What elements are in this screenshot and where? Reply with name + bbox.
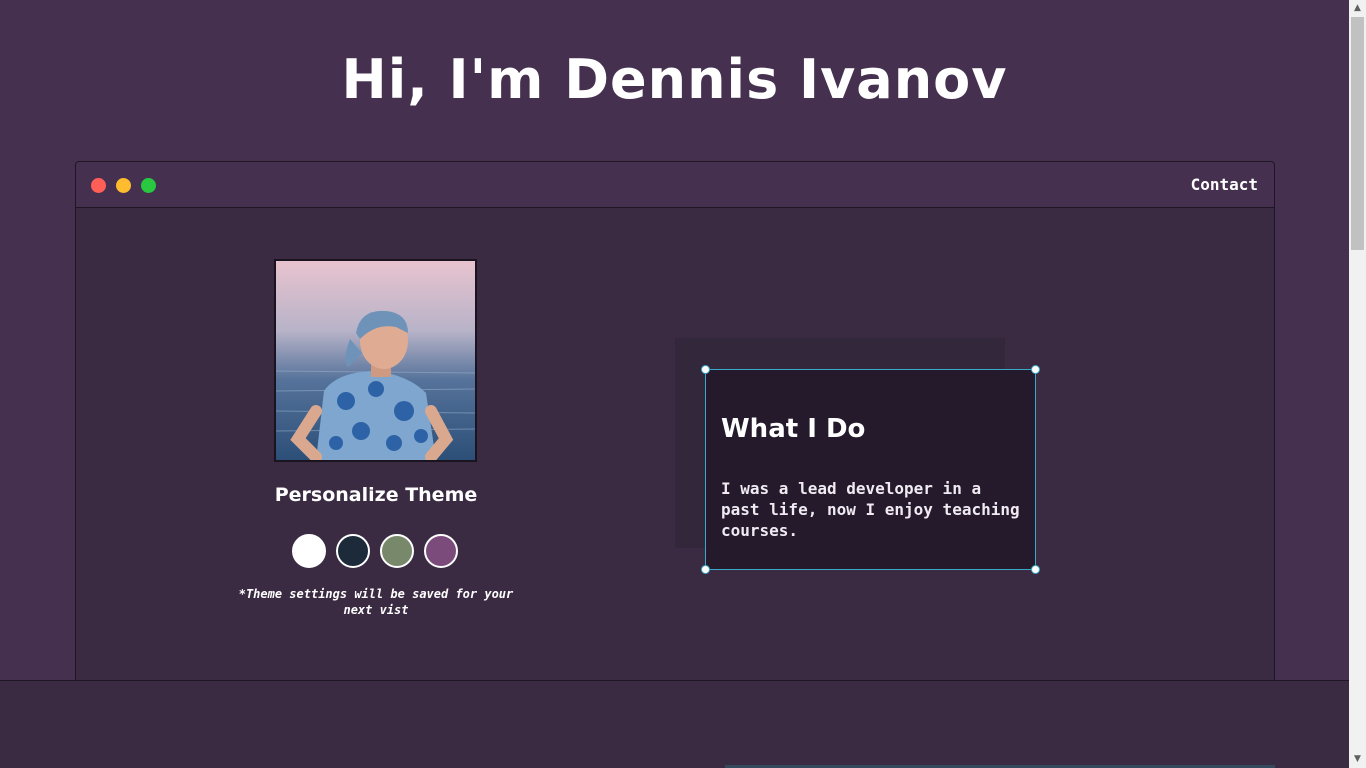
profile-photo bbox=[274, 259, 477, 462]
theme-swatches bbox=[292, 534, 462, 570]
resize-handle-bottom-left[interactable] bbox=[701, 565, 710, 574]
personalize-theme-title: Personalize Theme bbox=[274, 484, 478, 506]
maximize-dot-icon[interactable] bbox=[141, 178, 156, 193]
resize-handle-top-left[interactable] bbox=[701, 365, 710, 374]
close-dot-icon[interactable] bbox=[91, 178, 106, 193]
theme-note: *Theme settings will be saved for your n… bbox=[238, 587, 514, 617]
minimize-dot-icon[interactable] bbox=[116, 178, 131, 193]
resize-handle-bottom-right[interactable] bbox=[1031, 565, 1040, 574]
profile-photo-icon bbox=[276, 261, 475, 460]
resize-handle-top-right[interactable] bbox=[1031, 365, 1040, 374]
what-i-do-title: What I Do bbox=[721, 414, 866, 444]
theme-swatch-light[interactable] bbox=[292, 534, 326, 568]
window-bar: Contact bbox=[76, 162, 1274, 208]
browser-window: Contact Personalize Theme *Theme setting… bbox=[75, 161, 1275, 681]
scroll-down-arrow-icon[interactable]: ▼ bbox=[1349, 751, 1366, 768]
scroll-up-arrow-icon[interactable]: ▲ bbox=[1349, 0, 1366, 17]
scrollbar-thumb[interactable] bbox=[1351, 17, 1364, 250]
theme-swatch-blue[interactable] bbox=[336, 534, 370, 568]
next-section bbox=[0, 680, 1349, 768]
page: Hi, I'm Dennis Ivanov Contact Personaliz… bbox=[0, 0, 1349, 768]
what-i-do-text: I was a lead developer in a past life, n… bbox=[721, 479, 1020, 540]
page-scrollbar[interactable]: ▲ ▼ bbox=[1349, 0, 1366, 768]
theme-swatch-green[interactable] bbox=[380, 534, 414, 568]
what-i-do-card[interactable]: What I Do I was a lead developer in a pa… bbox=[701, 365, 1040, 574]
page-title: Hi, I'm Dennis Ivanov bbox=[341, 48, 1008, 111]
contact-link[interactable]: Contact bbox=[1191, 175, 1258, 194]
theme-swatch-purple[interactable] bbox=[424, 534, 458, 568]
